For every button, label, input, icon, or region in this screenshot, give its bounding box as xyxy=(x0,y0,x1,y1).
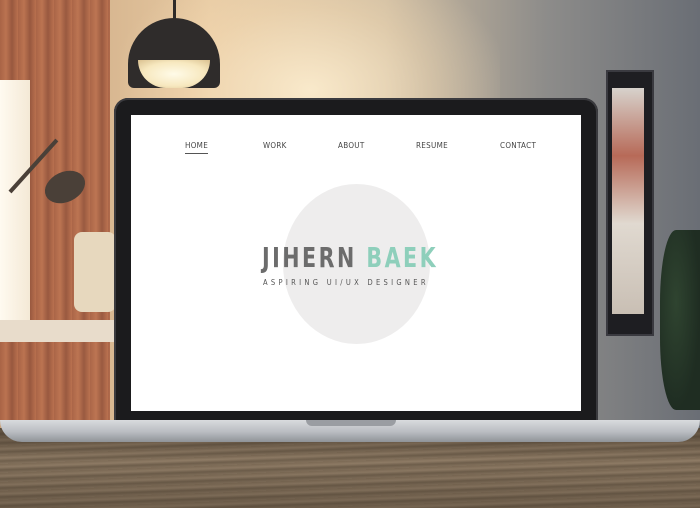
nav-home-link[interactable]: HOME xyxy=(185,141,209,154)
picture-artwork xyxy=(612,88,644,314)
window xyxy=(0,80,30,320)
hero-name: JIHERN BAEK xyxy=(262,238,436,278)
pendant-lamp-cord xyxy=(173,0,176,20)
desk xyxy=(0,320,120,342)
hero-first-name: JIHERN xyxy=(262,241,357,274)
laptop-screen: HOME WORK ABOUT RESUME CONTACT JIHERN BA… xyxy=(131,115,581,411)
laptop-notch xyxy=(306,420,396,426)
site-nav: HOME WORK ABOUT RESUME CONTACT xyxy=(131,141,581,161)
chair xyxy=(74,232,116,312)
nav-about-link[interactable]: ABOUT xyxy=(338,141,365,150)
nav-contact-link[interactable]: CONTACT xyxy=(500,141,536,150)
hero-tagline: ASPIRING UI/UX DESIGNER xyxy=(263,278,429,287)
hero-last-name: BAEK xyxy=(366,241,439,274)
nav-resume-link[interactable]: RESUME xyxy=(416,141,448,150)
plant xyxy=(660,230,700,410)
nav-work-link[interactable]: WORK xyxy=(263,141,287,150)
